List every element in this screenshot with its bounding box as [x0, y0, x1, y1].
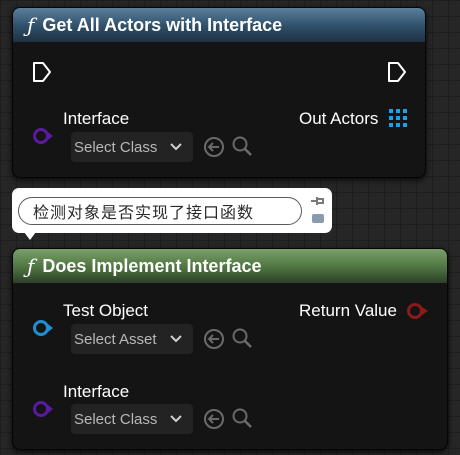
- chevron-down-icon: [170, 335, 182, 343]
- comment-tail: [24, 232, 36, 240]
- select-class-dropdown[interactable]: Select Class: [71, 404, 193, 434]
- node-comment-bubble[interactable]: 检测对象是否实现了接口函数: [12, 188, 332, 240]
- get-all-actors-with-interface-node[interactable]: ƒ Get All Actors with Interface Interfac…: [12, 7, 426, 178]
- interface-pin[interactable]: [32, 399, 56, 419]
- function-icon: ƒ: [27, 254, 35, 278]
- pushpin-icon[interactable]: [309, 194, 327, 208]
- exec-out-pin[interactable]: [387, 61, 407, 83]
- select-asset-value: Select Asset: [74, 330, 157, 348]
- array-grid-icon[interactable]: [389, 109, 407, 127]
- function-icon: ƒ: [27, 13, 35, 37]
- search-icon[interactable]: [231, 135, 253, 157]
- chevron-down-icon: [170, 415, 182, 423]
- return-value-label: Return Value: [299, 301, 397, 320]
- chevron-down-icon: [170, 143, 182, 151]
- comment-expand-icon[interactable]: [312, 214, 324, 223]
- select-asset-dropdown[interactable]: Select Asset: [71, 324, 193, 354]
- comment-text[interactable]: 检测对象是否实现了接口函数: [18, 197, 302, 225]
- node-title: Get All Actors with Interface: [42, 14, 283, 35]
- node-header[interactable]: ƒ Get All Actors with Interface: [13, 8, 425, 42]
- return-value-pin[interactable]: [405, 301, 431, 321]
- browse-arrow-icon[interactable]: [203, 408, 225, 430]
- interface-label: Interface: [63, 109, 130, 128]
- search-icon[interactable]: [231, 327, 253, 349]
- test-object-pin[interactable]: [32, 318, 56, 338]
- interface-label: Interface: [63, 382, 130, 401]
- test-object-label: Test Object: [63, 301, 149, 320]
- browse-arrow-icon[interactable]: [203, 136, 225, 158]
- search-icon[interactable]: [231, 407, 253, 429]
- out-actors-label: Out Actors: [299, 109, 379, 128]
- select-class-value: Select Class: [74, 138, 158, 156]
- exec-in-pin[interactable]: [32, 61, 52, 83]
- select-class-dropdown[interactable]: Select Class: [71, 132, 193, 162]
- browse-arrow-icon[interactable]: [203, 328, 225, 350]
- select-class-value: Select Class: [74, 410, 158, 428]
- node-header[interactable]: ƒ Does Implement Interface: [13, 249, 447, 283]
- does-implement-interface-node[interactable]: ƒ Does Implement Interface Test Object S…: [12, 248, 448, 450]
- interface-pin[interactable]: [32, 126, 56, 146]
- node-title: Does Implement Interface: [42, 255, 262, 276]
